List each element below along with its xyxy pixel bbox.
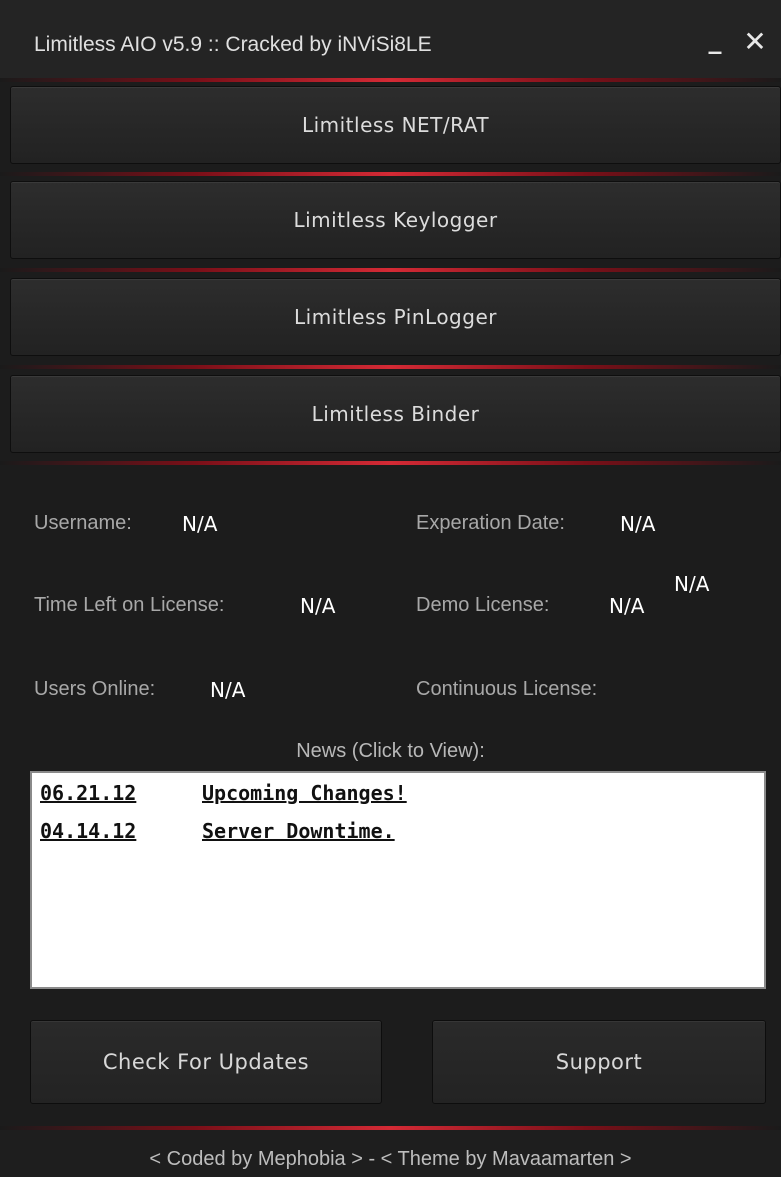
- users-online-value: N/A: [210, 678, 246, 702]
- demo-license-label: Demo License:: [416, 594, 550, 616]
- divider: [0, 172, 781, 176]
- news-date[interactable]: 06.21.12: [40, 781, 136, 805]
- news-list[interactable]: 06.21.12 Upcoming Changes! 04.14.12 Serv…: [30, 771, 766, 989]
- expiration-date-label: Experation Date:: [416, 512, 565, 534]
- credits-text: < Coded by Mephobia > - < Theme by Mavaa…: [149, 1148, 632, 1170]
- users-online-label: Users Online:: [34, 678, 156, 700]
- news-item[interactable]: 06.21.12 Upcoming Changes!: [40, 781, 740, 807]
- username-value: N/A: [182, 512, 218, 536]
- support-button[interactable]: Support: [432, 1020, 766, 1104]
- news-heading: News (Click to View):: [296, 740, 485, 762]
- footer: < Coded by Mephobia > - < Theme by Mavaa…: [0, 1130, 781, 1177]
- pinlogger-button[interactable]: Limitless PinLogger: [10, 278, 781, 356]
- news-item[interactable]: 04.14.12 Server Downtime.: [40, 819, 740, 845]
- demo-license-value: N/A: [609, 594, 645, 618]
- divider: [0, 365, 781, 369]
- time-left-label: Time Left on License:: [34, 594, 225, 616]
- keylogger-button[interactable]: Limitless Keylogger: [10, 181, 781, 259]
- net-rat-button[interactable]: Limitless NET/RAT: [10, 86, 781, 164]
- divider: [0, 78, 781, 82]
- check-updates-button[interactable]: Check For Updates: [30, 1020, 382, 1104]
- expiration-date-value: N/A: [620, 512, 656, 536]
- continuous-license-value: N/A: [674, 572, 710, 596]
- continuous-license-label: Continuous License:: [416, 678, 598, 700]
- minimize-icon[interactable]: _: [698, 22, 732, 58]
- divider: [0, 268, 781, 272]
- divider: [0, 461, 781, 465]
- time-left-value: N/A: [300, 594, 336, 618]
- news-date[interactable]: 04.14.12: [40, 819, 136, 843]
- binder-button[interactable]: Limitless Binder: [10, 375, 781, 453]
- news-title[interactable]: Upcoming Changes!: [202, 781, 407, 805]
- news-title[interactable]: Server Downtime.: [202, 819, 395, 843]
- close-icon[interactable]: ✕: [738, 22, 772, 58]
- window-title: Limitless AIO v5.9 :: Cracked by iNViSi8…: [34, 33, 432, 56]
- username-label: Username:: [34, 512, 132, 534]
- title-bar[interactable]: Limitless AIO v5.9 :: Cracked by iNViSi8…: [0, 0, 781, 81]
